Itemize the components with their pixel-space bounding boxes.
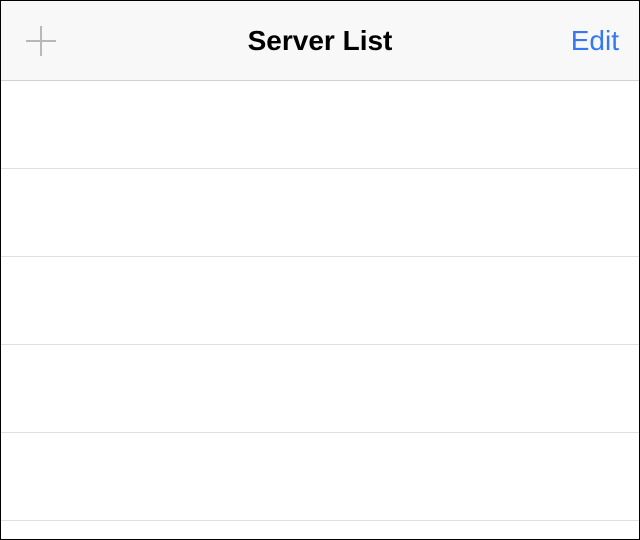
edit-button[interactable]: Edit xyxy=(571,25,619,57)
list-item[interactable] xyxy=(1,345,639,433)
server-list xyxy=(1,81,639,539)
list-item[interactable] xyxy=(1,81,639,169)
plus-icon xyxy=(26,26,56,56)
page-title: Server List xyxy=(248,25,393,57)
add-button[interactable] xyxy=(21,21,61,61)
list-item[interactable] xyxy=(1,433,639,521)
list-item[interactable] xyxy=(1,169,639,257)
navigation-bar: Server List Edit xyxy=(1,1,639,81)
list-item[interactable] xyxy=(1,257,639,345)
